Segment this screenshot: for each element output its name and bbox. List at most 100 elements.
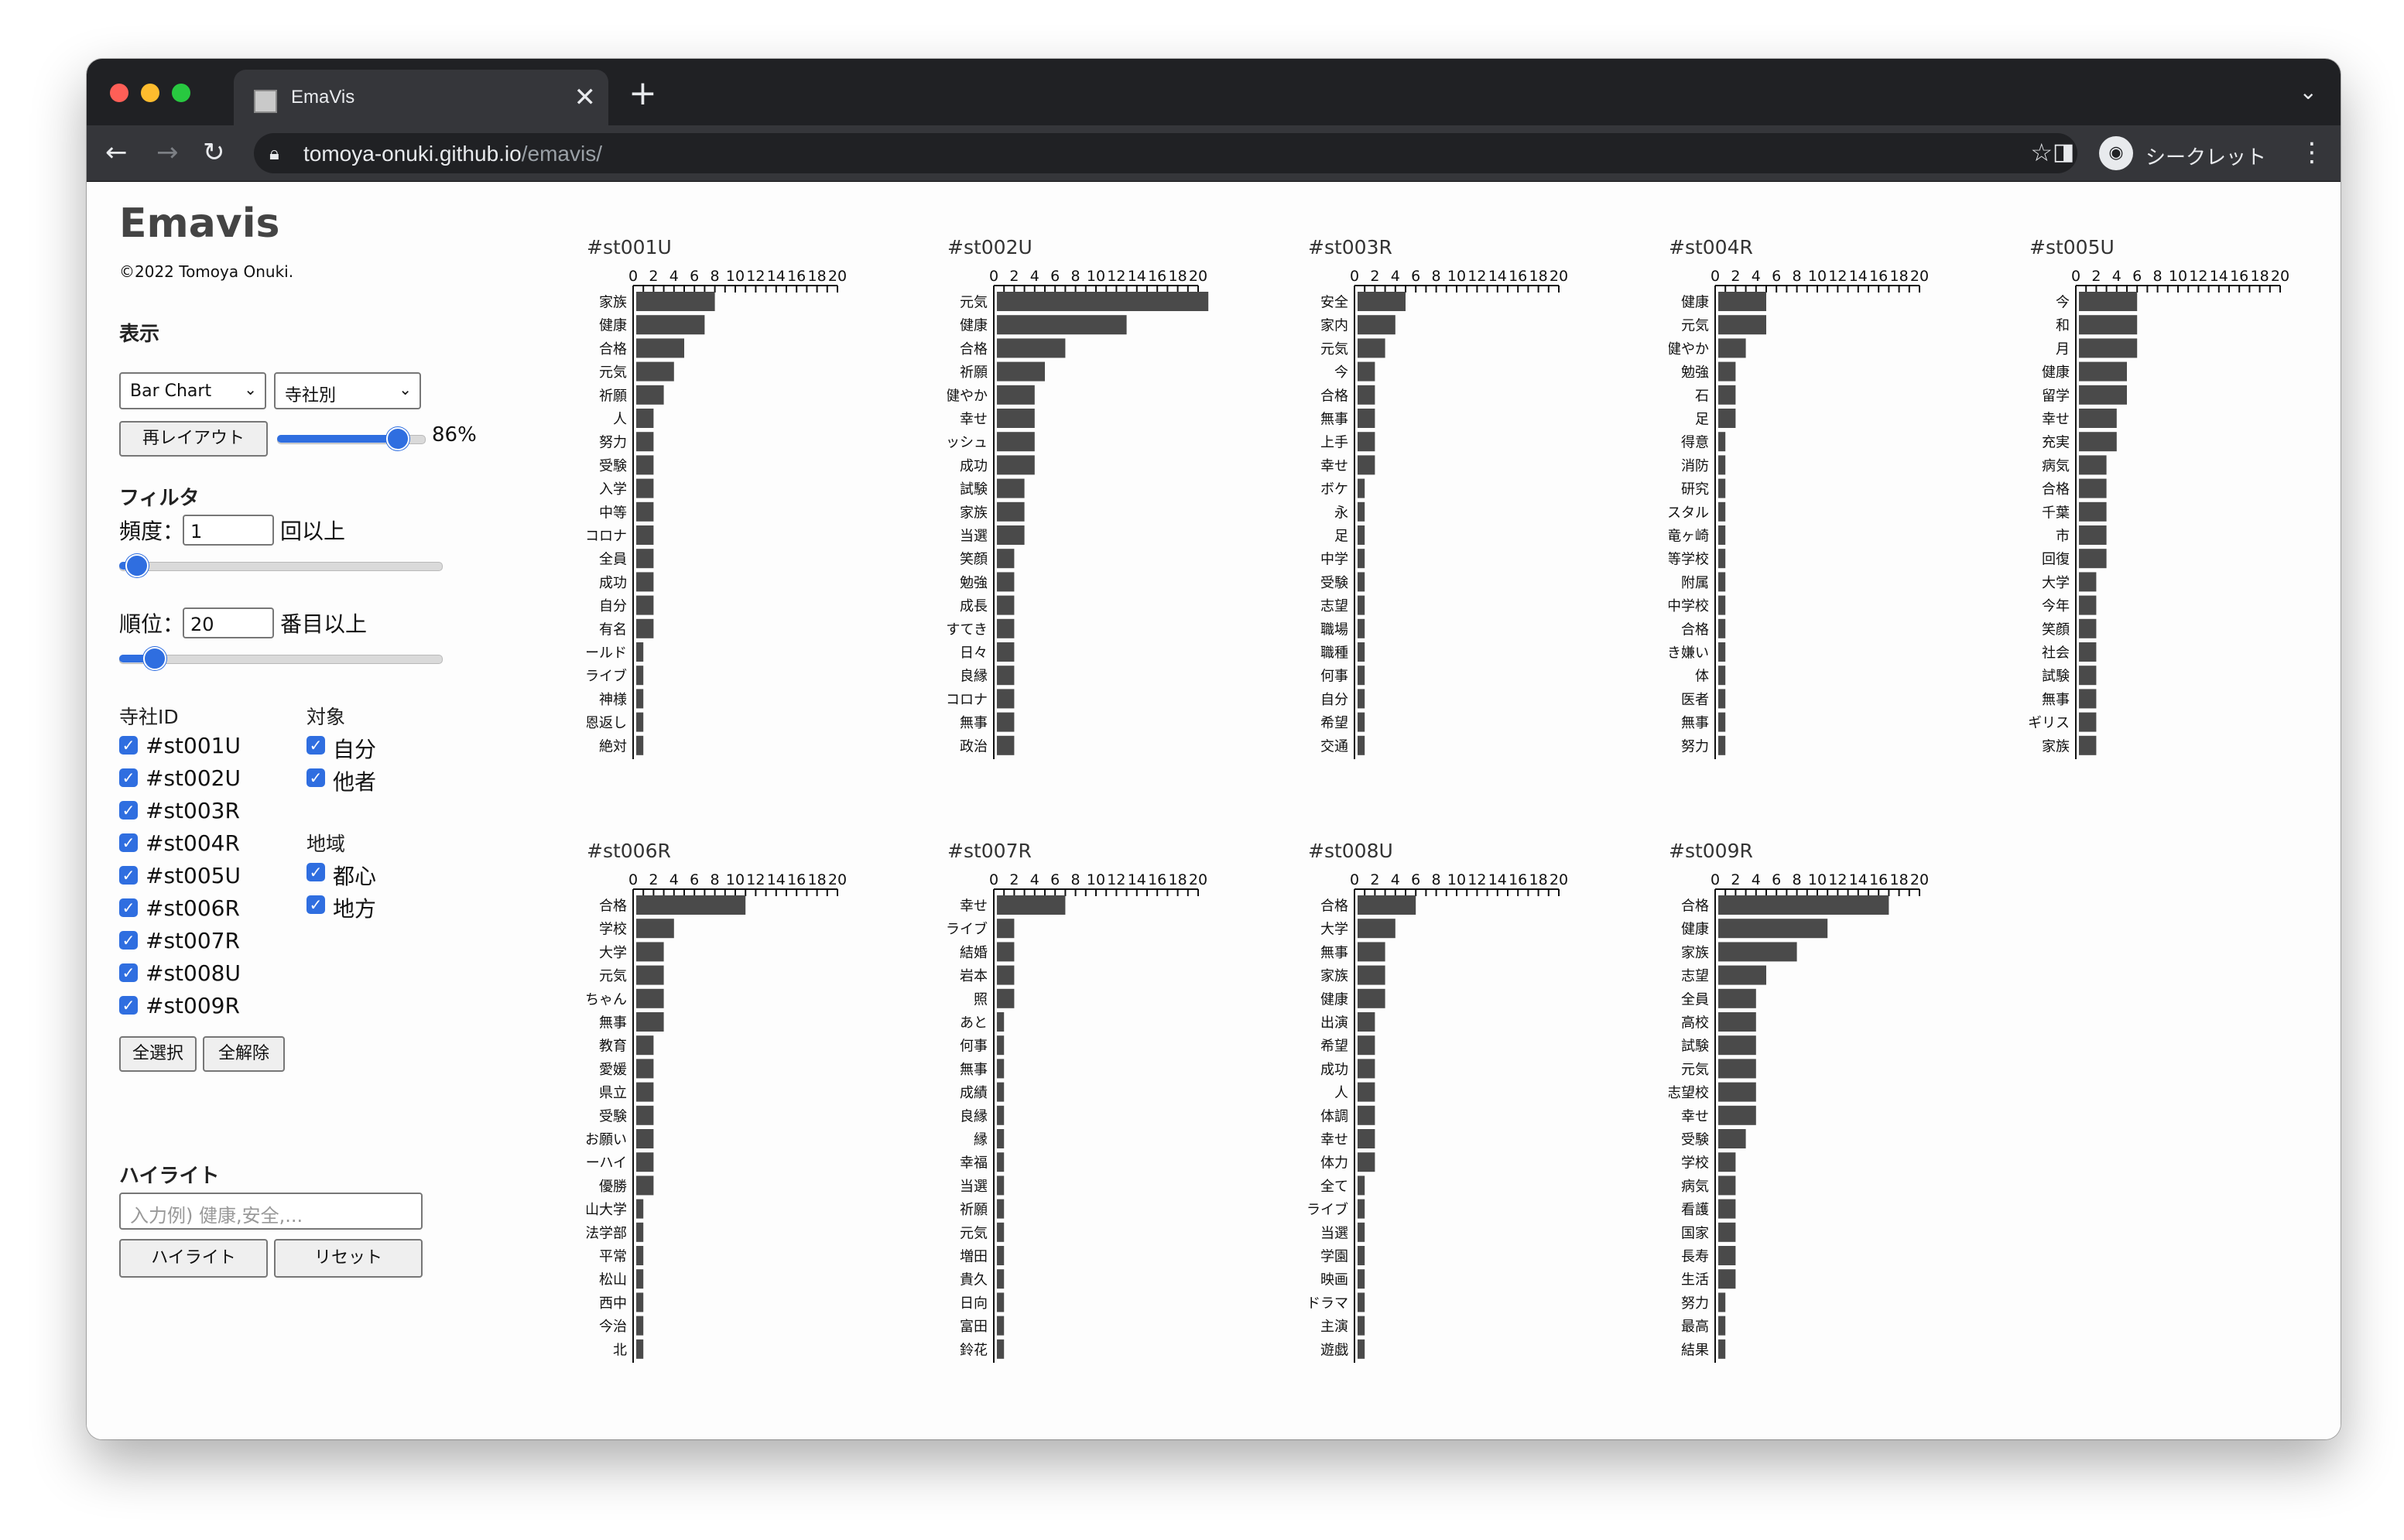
back-arrow-icon[interactable]: ← [105, 135, 128, 170]
x-tick-label: 0 [2071, 268, 2080, 285]
bar [1718, 1035, 1756, 1056]
highlight-input[interactable]: 入力例) 健康,安全,... [119, 1193, 423, 1230]
category-label: 成功 [1320, 1062, 1348, 1078]
url-text[interactable]: tomoya-onuki.github.io/emavis/ [303, 142, 602, 166]
bar [1358, 338, 1385, 358]
close-window-button[interactable] [110, 84, 128, 102]
bar [1718, 455, 1726, 475]
bar [997, 642, 1015, 662]
bar [636, 432, 654, 452]
bar [636, 455, 654, 475]
x-tick-label: 16 [1869, 268, 1888, 285]
bar [997, 1129, 1005, 1148]
category-label: 大学 [1320, 922, 1348, 938]
category-label: 足 [1334, 529, 1348, 545]
zoom-window-button[interactable] [172, 84, 190, 102]
address-bar[interactable]: 🔒︎ tomoya-onuki.github.io/emavis/ ☆ [254, 133, 2077, 173]
bar [1358, 315, 1395, 335]
freq-slider-thumb[interactable] [125, 554, 149, 577]
category-label: 貴久 [960, 1272, 988, 1288]
category-label: 充実 [2042, 435, 2070, 451]
bar [997, 361, 1045, 382]
select-all-button[interactable]: 全選択 [119, 1036, 197, 1072]
category-label: 好き嫌い [1669, 645, 1709, 662]
reset-button[interactable]: リセット [274, 1239, 423, 1278]
bar [636, 1105, 654, 1125]
category-label: 試験 [2042, 669, 2070, 685]
category-label: 恩返し [587, 715, 627, 731]
x-tick-label: 16 [1508, 268, 1527, 285]
menu-kebab-icon[interactable]: ⋮ [2299, 135, 2325, 170]
category-label: 病気 [1681, 1179, 1709, 1195]
chevron-down-icon: ⌄ [399, 380, 412, 399]
category-label: 受験 [1320, 575, 1348, 591]
category-label: 人 [613, 412, 627, 428]
reload-icon[interactable]: ↻ [203, 135, 225, 170]
bar [2079, 292, 2138, 311]
bar [1718, 1012, 1756, 1032]
forward-arrow-icon[interactable]: → [156, 135, 179, 170]
freq-slider-track [119, 562, 443, 571]
category-label: 健やか [1669, 341, 1709, 358]
tab-emavis[interactable]: EmaVis ✕ [234, 70, 608, 125]
bar [1718, 292, 1766, 311]
tab-close-icon[interactable]: ✕ [574, 82, 597, 113]
x-tick-label: 10 [1087, 871, 1105, 888]
bar [1718, 618, 1726, 638]
category-label: 今 [2056, 295, 2070, 311]
x-tick-label: 20 [1910, 871, 1929, 888]
bar [636, 965, 664, 985]
category-label: 消防 [1681, 458, 1709, 474]
bar [636, 1199, 644, 1219]
bar [1358, 432, 1375, 452]
category-label: 努力 [1681, 1295, 1709, 1312]
bar [997, 919, 1015, 939]
bar-chart-st009R: #st009R 0 2 4 6 8 10 12 14 16 18 20 合格 健康 家族 志望 全員 高校 試験 元気… [1669, 840, 1978, 1397]
category-label: 健康 [1681, 295, 1709, 311]
rank-slider-thumb[interactable] [143, 647, 167, 670]
category-label: お願い [587, 1132, 627, 1148]
x-tick-label: 14 [1849, 871, 1868, 888]
bar [636, 595, 654, 615]
group-mode-value: 寺社別 [285, 386, 337, 406]
x-tick-label: 2 [1009, 268, 1019, 285]
bar [997, 618, 1015, 638]
bookmark-star-icon[interactable]: ☆ [2030, 138, 2053, 167]
freq-label: 頻度： [119, 518, 185, 544]
x-tick-label: 10 [1808, 268, 1827, 285]
rank-slider[interactable] [119, 645, 443, 672]
bar [1718, 1339, 1726, 1359]
scale-slider-thumb[interactable] [386, 427, 410, 450]
bar-chart-st007R: #st007R 0 2 4 6 8 10 12 14 16 18 20 幸せ ライブ 結婚 岩本照あと 何事 無事… [947, 840, 1257, 1397]
category-label: 元気 [1681, 318, 1709, 334]
rank-input[interactable]: 20 [183, 607, 274, 638]
x-tick-label: 6 [1411, 871, 1420, 888]
freq-slider[interactable] [119, 552, 443, 580]
category-label: 何事 [1320, 669, 1348, 685]
bar [1358, 478, 1365, 498]
bar [1718, 1246, 1736, 1265]
category-label: 無事 [1320, 945, 1348, 961]
category-label: 無事 [1681, 715, 1709, 731]
highlight-button[interactable]: ハイライト [119, 1239, 268, 1278]
minimize-window-button[interactable] [141, 84, 159, 102]
chart-type-select[interactable]: Bar Chart ⌄ [119, 372, 266, 409]
group-mode-select[interactable]: 寺社別 ⌄ [274, 372, 421, 409]
bar-chart-st003R: #st003R 0 2 4 6 8 10 12 14 16 18 20 安全 家内 元気今合格 無事 上手 幸せボ… [1308, 236, 1618, 793]
x-tick-label: 20 [2271, 268, 2289, 285]
bar [1358, 618, 1365, 638]
scale-slider[interactable] [277, 425, 426, 453]
category-label: コロナ [587, 529, 627, 545]
side-panel-icon[interactable]: ◨ [2053, 135, 2074, 170]
freq-input[interactable]: 1 [183, 515, 274, 546]
new-tab-button[interactable]: + [628, 74, 657, 113]
category-label: 努力 [1681, 738, 1709, 755]
bar [2079, 455, 2107, 475]
deselect-all-button[interactable]: 全解除 [203, 1036, 285, 1072]
tab-search-chevron-icon[interactable]: ⌄ [2300, 79, 2317, 104]
x-tick-label: 2 [1370, 871, 1379, 888]
rank-slider-track [119, 655, 443, 664]
relayout-button[interactable]: 再レイアウト [119, 421, 268, 457]
x-tick-label: 0 [989, 268, 998, 285]
bar [997, 1292, 1005, 1312]
